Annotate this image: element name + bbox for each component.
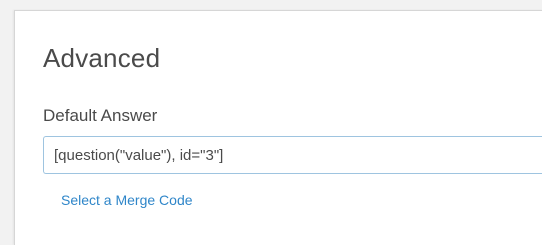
- default-answer-label: Default Answer: [43, 106, 158, 125]
- advanced-panel: Advanced Default Answer Select a Merge C…: [14, 10, 542, 245]
- select-merge-code-link[interactable]: Select a Merge Code: [61, 192, 193, 208]
- section-title: Advanced: [43, 43, 161, 73]
- default-answer-input[interactable]: [43, 136, 542, 174]
